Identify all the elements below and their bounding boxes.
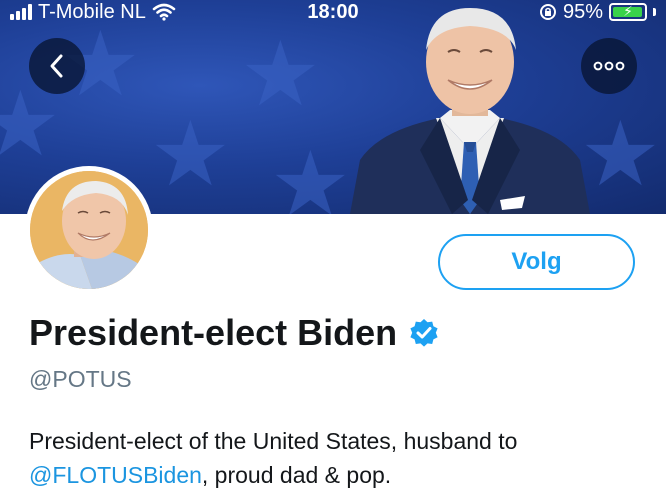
bio-line: President-elect of the United States, hu… [29, 428, 518, 454]
bio-text: , proud dad & pop. [201, 462, 392, 488]
avatar-image [30, 171, 148, 289]
back-button[interactable] [29, 38, 85, 94]
profile-avatar[interactable] [25, 166, 153, 294]
verified-badge-icon [410, 319, 438, 347]
profile-display-name: President-elect Biden [29, 312, 398, 353]
avatar-portrait [30, 171, 148, 289]
more-options-button[interactable] [581, 38, 637, 94]
status-bar-right: 95% ⚡ [539, 0, 656, 24]
profile-bio: President-elect of the United States, hu… [29, 424, 649, 492]
follow-button[interactable]: Volg [438, 234, 635, 290]
banner-star-decoration: ★ [150, 105, 231, 205]
chevron-left-icon [50, 54, 63, 78]
banner-portrait-image [350, 8, 590, 214]
banner-star-decoration: ★ [270, 135, 351, 214]
battery-percentage: 95% [562, 0, 603, 23]
status-bar: T-Mobile NL 18:00 95% ⚡ [0, 0, 666, 26]
bio-mention-link[interactable]: @FLOTUSBiden [29, 462, 202, 488]
profile-handle: @POTUS [29, 366, 132, 392]
banner-star-decoration: ★ [240, 25, 321, 125]
bio-line: @FLOTUSBiden, proud dad & pop. [29, 458, 649, 492]
profile-display-name-row: President-elect Biden [29, 312, 439, 354]
more-horizontal-icon [593, 61, 625, 71]
battery-icon: ⚡ [609, 3, 647, 21]
battery-cap [653, 8, 656, 16]
orientation-lock-icon [539, 4, 556, 20]
